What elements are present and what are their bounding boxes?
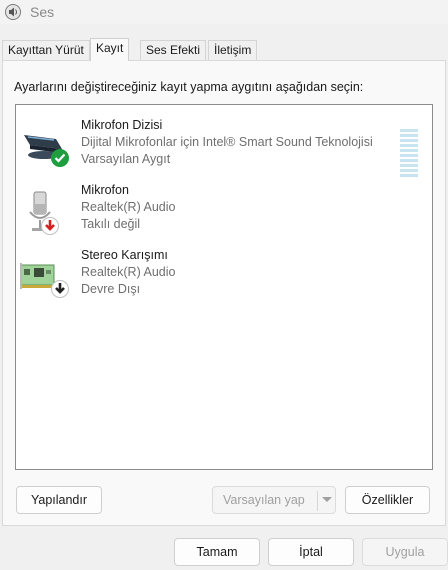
device-detail: Realtek(R) Audio: [81, 265, 176, 279]
input-level-meter: [400, 129, 418, 181]
set-default-label: Varsayılan yap: [223, 493, 305, 507]
speaker-icon: [5, 4, 21, 20]
apply-button[interactable]: Uygula: [362, 538, 448, 566]
tab-recording[interactable]: Kayıt: [90, 38, 130, 61]
device-status: Devre Dışı: [81, 282, 141, 296]
list-item-stereo-mix[interactable]: Stereo Karışımı Realtek(R) Audio Devre D…: [16, 247, 416, 307]
tab-communications[interactable]: İletişim: [208, 40, 258, 60]
list-item-microphone-array[interactable]: Mikrofon Dizisi Dijital Mikrofonlar için…: [16, 117, 418, 177]
configure-button[interactable]: Yapılandır: [16, 486, 102, 514]
set-default-split-button[interactable]: Varsayılan yap: [212, 486, 336, 514]
device-name: Stereo Karışımı: [81, 248, 168, 262]
instruction-text: Ayarlarını değiştireceğiniz kayıt yapma …: [14, 80, 364, 94]
chevron-down-icon[interactable]: [321, 496, 333, 504]
ok-button[interactable]: Tamam: [174, 538, 260, 566]
sound-card-icon: [20, 263, 69, 298]
list-item-microphone[interactable]: Mikrofon Realtek(R) Audio Takılı değil: [16, 182, 416, 242]
cancel-button[interactable]: İptal: [268, 538, 354, 566]
tab-strip: Kayıttan Yürüt Kayıt Ses Efekti İletişim: [0, 38, 448, 61]
window-title: Ses: [30, 4, 55, 20]
tab-playback[interactable]: Kayıttan Yürüt: [2, 40, 90, 60]
title-bar: Ses: [0, 0, 448, 24]
properties-button[interactable]: Özellikler: [345, 486, 430, 514]
device-status: Takılı değil: [81, 217, 141, 231]
microphone-array-icon: [24, 135, 69, 167]
device-list[interactable]: Mikrofon Dizisi Dijital Mikrofonlar için…: [15, 104, 433, 470]
device-name: Mikrofon Dizisi: [81, 118, 163, 132]
microphone-icon: [29, 191, 59, 235]
device-detail: Dijital Mikrofonlar için Intel® Smart So…: [81, 135, 373, 149]
tab-sounds[interactable]: Ses Efekti: [140, 40, 207, 60]
device-detail: Realtek(R) Audio: [81, 200, 176, 214]
device-name: Mikrofon: [81, 183, 129, 197]
device-status: Varsayılan Aygıt: [81, 152, 171, 166]
